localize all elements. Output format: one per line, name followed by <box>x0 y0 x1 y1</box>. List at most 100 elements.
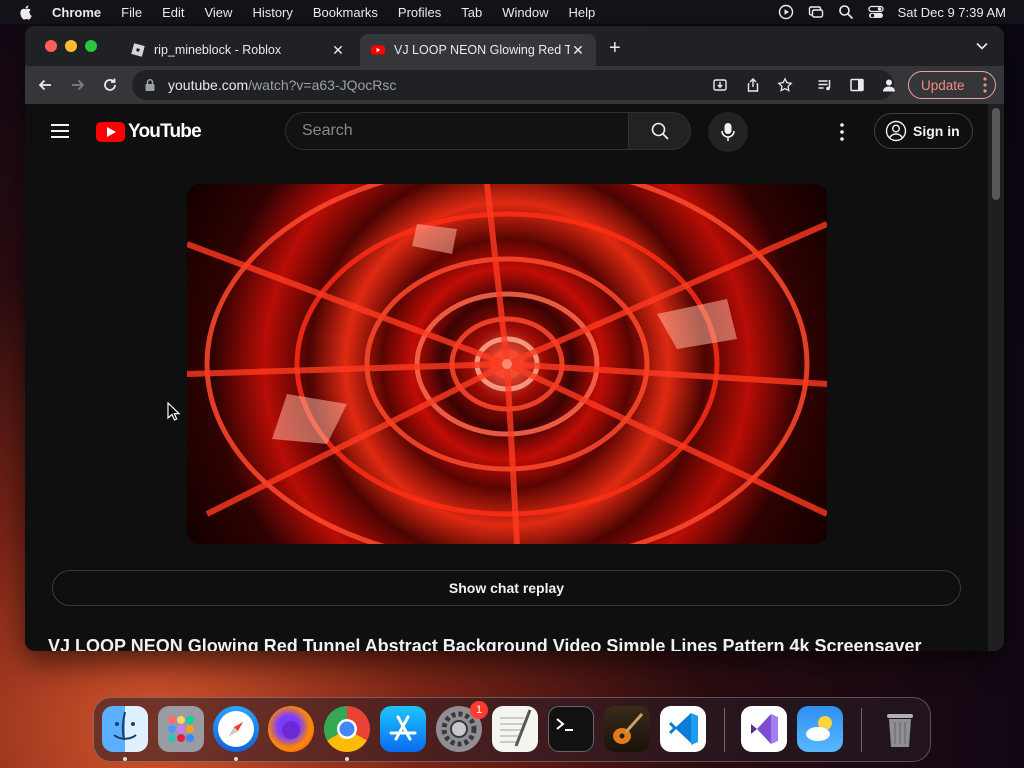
dock-vscode[interactable] <box>660 706 706 752</box>
vscode-logo-icon <box>668 713 698 745</box>
dock-weather[interactable] <box>797 706 843 752</box>
menu-file[interactable]: File <box>121 5 142 20</box>
menu-app-name[interactable]: Chrome <box>52 5 101 20</box>
mouse-cursor-icon <box>167 402 181 421</box>
dock-separator <box>861 708 862 752</box>
search-input[interactable] <box>285 112 628 150</box>
close-tab-icon[interactable]: ✕ <box>570 42 586 59</box>
dock-finder[interactable] <box>102 706 148 752</box>
scrollbar-thumb[interactable] <box>992 108 1000 200</box>
neon-tunnel-video-frame <box>187 184 827 544</box>
notification-badge: 1 <box>470 701 488 719</box>
tab-title: rip_mineblock - Roblox <box>154 43 282 57</box>
update-button[interactable]: Update <box>908 71 996 99</box>
url-path: /watch?v=a63-JQocRsc <box>248 77 397 93</box>
dock-launchpad[interactable] <box>158 706 204 752</box>
youtube-play-logo-icon <box>96 122 125 142</box>
search-button[interactable] <box>628 112 691 150</box>
running-indicator <box>123 757 127 761</box>
search-icon <box>651 122 669 140</box>
show-chat-replay-button[interactable]: Show chat replay <box>52 570 961 606</box>
dock-safari[interactable] <box>213 706 259 752</box>
tab-youtube[interactable]: VJ LOOP NEON Glowing Red Tunnel Abstract… <box>360 34 596 66</box>
bookmark-star-icon[interactable] <box>777 77 793 93</box>
reload-icon[interactable] <box>102 77 118 93</box>
dock-app-store[interactable] <box>380 706 426 752</box>
firefox-icon <box>282 721 300 739</box>
play-circle-icon[interactable] <box>778 4 794 20</box>
visual-studio-logo-icon <box>751 714 778 744</box>
profile-icon[interactable] <box>881 77 897 93</box>
update-label: Update <box>921 77 965 93</box>
apple-icon[interactable] <box>18 4 34 20</box>
menu-edit[interactable]: Edit <box>162 5 184 20</box>
address-bar[interactable]: youtube.com/watch?v=a63-JQocRsc <box>132 70 894 100</box>
chrome-logo-icon <box>337 719 357 739</box>
screen-mirroring-icon[interactable] <box>808 4 824 20</box>
video-title: VJ LOOP NEON Glowing Red Tunnel Abstract… <box>48 636 922 651</box>
more-options-icon[interactable] <box>839 122 845 142</box>
tab-roblox[interactable]: rip_mineblock - Roblox ✕ <box>120 34 356 66</box>
new-tab-plus-icon[interactable]: + <box>609 38 621 58</box>
menu-view[interactable]: View <box>204 5 232 20</box>
youtube-logo[interactable]: YouTube <box>96 121 202 143</box>
tab-search-chevron-icon[interactable] <box>976 42 988 50</box>
spotlight-search-icon[interactable] <box>838 4 854 20</box>
dock-chrome[interactable] <box>324 706 370 752</box>
lock-icon[interactable] <box>144 78 156 92</box>
page-scrollbar[interactable] <box>988 104 1004 651</box>
status-area: Sat Dec 9 7:39 AM <box>778 0 1006 24</box>
guide-menu-icon[interactable] <box>51 124 69 138</box>
browser-window: rip_mineblock - Roblox ✕ VJ LOOP NEON Gl… <box>25 26 1004 651</box>
chat-replay-label: Show chat replay <box>448 580 565 596</box>
microphone-icon <box>721 123 735 141</box>
menu-window[interactable]: Window <box>502 5 548 20</box>
menu-tab[interactable]: Tab <box>461 5 482 20</box>
weather-cloud-sun-icon <box>806 716 832 741</box>
roblox-favicon-icon <box>131 43 145 57</box>
tab-strip: rip_mineblock - Roblox ✕ VJ LOOP NEON Gl… <box>25 26 1004 66</box>
back-arrow-icon[interactable] <box>37 77 53 93</box>
minimize-window-button[interactable] <box>65 40 77 52</box>
forward-arrow-icon[interactable] <box>70 77 86 93</box>
finder-face-icon <box>113 711 137 741</box>
dock-visual-studio[interactable] <box>741 706 787 752</box>
sign-in-button[interactable]: Sign in <box>874 113 973 149</box>
menu-clock[interactable]: Sat Dec 9 7:39 AM <box>898 5 1006 20</box>
voice-search-button[interactable] <box>708 112 748 152</box>
trash-icon <box>887 714 913 747</box>
dock-textedit[interactable] <box>492 706 538 752</box>
chrome-menu-icon[interactable] <box>983 76 987 94</box>
video-player[interactable] <box>187 184 827 544</box>
menu-history[interactable]: History <box>252 5 292 20</box>
dock: 1 <box>93 697 931 762</box>
dock-trash[interactable] <box>877 706 923 752</box>
account-circle-icon <box>885 120 907 142</box>
sign-in-label: Sign in <box>913 123 960 139</box>
safari-compass-icon <box>218 711 254 747</box>
install-app-icon[interactable] <box>712 77 728 93</box>
menu-bookmarks[interactable]: Bookmarks <box>313 5 378 20</box>
dock-system-settings[interactable]: 1 <box>436 701 488 752</box>
dock-terminal[interactable] <box>548 706 594 752</box>
dock-garageband[interactable] <box>604 706 650 752</box>
guitar-icon <box>613 713 644 744</box>
dock-firefox[interactable] <box>268 706 314 752</box>
close-tab-icon[interactable]: ✕ <box>330 42 346 59</box>
app-store-icon <box>389 715 417 741</box>
textedit-pen-icon <box>500 709 532 747</box>
menu-profiles[interactable]: Profiles <box>398 5 441 20</box>
zoom-window-button[interactable] <box>85 40 97 52</box>
control-center-icon[interactable] <box>867 4 884 20</box>
menu-help[interactable]: Help <box>569 5 596 20</box>
media-controls-icon[interactable] <box>817 77 833 93</box>
close-window-button[interactable] <box>45 40 57 52</box>
youtube-favicon-icon <box>371 45 385 55</box>
url-text[interactable]: youtube.com/watch?v=a63-JQocRsc <box>168 77 396 93</box>
browser-toolbar: youtube.com/watch?v=a63-JQocRsc Update <box>25 66 1004 104</box>
terminal-prompt-icon <box>556 718 573 731</box>
side-panel-icon[interactable] <box>849 77 865 93</box>
share-icon[interactable] <box>745 77 761 93</box>
youtube-wordmark: YouTube <box>128 121 202 142</box>
tab-title: VJ LOOP NEON Glowing Red Tunnel Abstract… <box>394 43 570 57</box>
